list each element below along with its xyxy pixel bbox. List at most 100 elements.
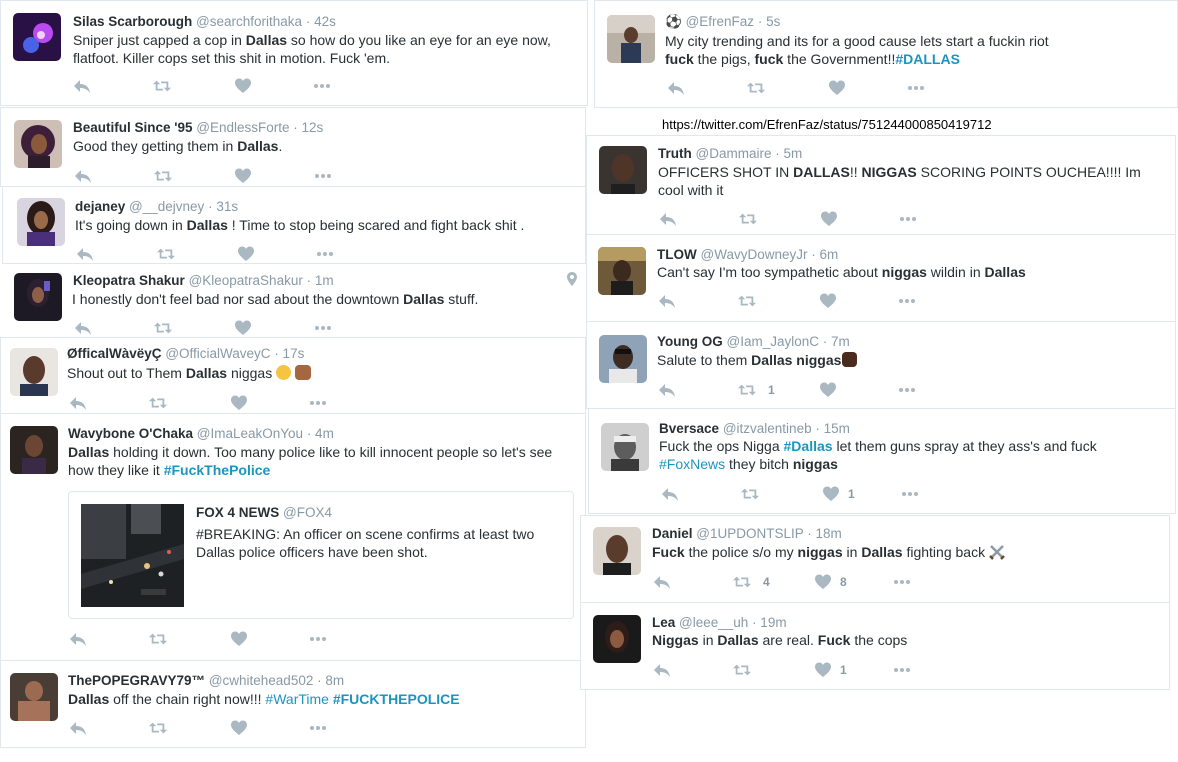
heart-icon[interactable] bbox=[231, 720, 249, 736]
handle[interactable]: @itzvalentineb bbox=[723, 421, 812, 436]
handle[interactable]: @EfrenFaz bbox=[686, 14, 754, 29]
display-name[interactable]: ⚽ bbox=[665, 14, 682, 29]
hashtag-link[interactable]: #DALLAS bbox=[895, 51, 960, 67]
heart-icon[interactable] bbox=[820, 293, 838, 309]
tweet-popegravy[interactable]: ThePOPEGRAVY79™ @cwhitehead502 · 8m Dall… bbox=[0, 660, 586, 748]
avatar[interactable] bbox=[10, 673, 58, 721]
tweet-youngog[interactable]: Young OG @Iam_JaylonC · 7m Salute to the… bbox=[586, 321, 1176, 409]
timestamp[interactable]: · 31s bbox=[208, 199, 238, 214]
more-icon[interactable] bbox=[309, 631, 327, 647]
tweet-silas[interactable]: Silas Scarborough @searchforithaka · 42s… bbox=[0, 0, 588, 106]
timestamp[interactable]: · 1m bbox=[307, 273, 334, 288]
retweet-icon[interactable] bbox=[741, 486, 759, 502]
tweet-kleopatra[interactable]: Kleopatra Shakur @KleopatraShakur · 1m I… bbox=[0, 264, 586, 340]
avatar[interactable] bbox=[593, 615, 641, 663]
hashtag-link[interactable]: #FoxNews bbox=[659, 456, 725, 472]
reply-icon[interactable] bbox=[73, 78, 91, 94]
display-name[interactable]: Beautiful Since '95 bbox=[73, 120, 193, 135]
reply-icon[interactable] bbox=[69, 720, 87, 736]
retweet-icon[interactable] bbox=[153, 78, 171, 94]
timestamp[interactable]: · 42s bbox=[306, 14, 336, 29]
handle[interactable]: @__dejvney bbox=[129, 199, 204, 214]
timestamp[interactable]: · 4m bbox=[307, 426, 334, 441]
more-icon[interactable] bbox=[901, 486, 919, 502]
handle[interactable]: @OfficialWaveyC bbox=[165, 346, 270, 361]
display-name[interactable]: Lea bbox=[652, 615, 675, 630]
more-icon[interactable] bbox=[893, 574, 911, 590]
reply-icon[interactable] bbox=[69, 395, 87, 411]
reply-icon[interactable] bbox=[658, 293, 676, 309]
handle[interactable]: @WavyDowneyJr bbox=[701, 247, 808, 262]
tweet-beautiful[interactable]: Beautiful Since '95 @EndlessForte · 12s … bbox=[0, 107, 586, 187]
tweet-url[interactable]: https://twitter.com/EfrenFaz/status/7512… bbox=[662, 117, 992, 132]
retweet-icon[interactable] bbox=[149, 395, 167, 411]
reply-icon[interactable] bbox=[658, 382, 676, 398]
display-name[interactable]: FOX 4 NEWS bbox=[196, 505, 279, 520]
heart-icon[interactable] bbox=[823, 486, 841, 502]
retweet-icon[interactable] bbox=[149, 631, 167, 647]
display-name[interactable]: Silas Scarborough bbox=[73, 14, 192, 29]
handle[interactable]: @Iam_JaylonC bbox=[727, 334, 820, 349]
more-icon[interactable] bbox=[316, 246, 334, 262]
timestamp[interactable]: · 8m bbox=[317, 673, 344, 688]
timestamp[interactable]: · 19m bbox=[752, 615, 787, 630]
timestamp[interactable]: · 5m bbox=[775, 146, 802, 161]
handle[interactable]: @1UPDONTSLIP bbox=[696, 526, 803, 541]
hashtag-link[interactable]: #FuckThePolice bbox=[164, 462, 271, 478]
handle[interactable]: @ImaLeakOnYou bbox=[197, 426, 303, 441]
heart-icon[interactable] bbox=[235, 320, 253, 336]
avatar[interactable] bbox=[599, 146, 647, 194]
handle[interactable]: @leee__uh bbox=[679, 615, 748, 630]
retweet-icon[interactable] bbox=[738, 382, 756, 398]
handle[interactable]: @EndlessForte bbox=[196, 120, 289, 135]
display-name[interactable]: Young OG bbox=[657, 334, 723, 349]
handle[interactable]: @cwhitehead502 bbox=[209, 673, 314, 688]
more-icon[interactable] bbox=[898, 382, 916, 398]
more-icon[interactable] bbox=[314, 168, 332, 184]
avatar[interactable] bbox=[599, 335, 647, 383]
timestamp[interactable]: · 7m bbox=[823, 334, 850, 349]
reply-icon[interactable] bbox=[659, 211, 677, 227]
location-pin-icon[interactable] bbox=[567, 272, 577, 291]
quoted-tweet-card[interactable]: FOX 4 NEWS @FOX4 #BREAKING: An officer o… bbox=[68, 491, 574, 619]
more-icon[interactable] bbox=[314, 320, 332, 336]
reply-icon[interactable] bbox=[653, 662, 671, 678]
display-name[interactable]: Daniel bbox=[652, 526, 693, 541]
handle[interactable]: @FOX4 bbox=[283, 505, 332, 520]
heart-icon[interactable] bbox=[238, 246, 256, 262]
timestamp[interactable]: · 5s bbox=[758, 14, 781, 29]
avatar[interactable] bbox=[10, 348, 58, 396]
display-name[interactable]: ThePOPEGRAVY79™ bbox=[68, 673, 205, 688]
handle[interactable]: @Dammaire bbox=[696, 146, 772, 161]
heart-icon[interactable] bbox=[231, 631, 249, 647]
reply-icon[interactable] bbox=[76, 246, 94, 262]
display-name[interactable]: ØfficalWàvëyÇ bbox=[67, 346, 162, 361]
more-icon[interactable] bbox=[313, 78, 331, 94]
retweet-icon[interactable] bbox=[733, 662, 751, 678]
display-name[interactable]: TLOW bbox=[657, 247, 697, 262]
heart-icon[interactable] bbox=[231, 395, 249, 411]
timestamp[interactable]: · 12s bbox=[293, 120, 323, 135]
avatar[interactable] bbox=[14, 120, 62, 168]
avatar[interactable] bbox=[601, 423, 649, 471]
timestamp[interactable]: · 17s bbox=[274, 346, 304, 361]
heart-icon[interactable] bbox=[815, 662, 833, 678]
avatar[interactable] bbox=[13, 13, 61, 61]
avatar[interactable] bbox=[10, 426, 58, 474]
heart-icon[interactable] bbox=[829, 80, 847, 96]
tweet-bversace[interactable]: Bversace @itzvalentineb · 15m Fuck the o… bbox=[588, 408, 1176, 514]
display-name[interactable]: Wavybone O'Chaka bbox=[68, 426, 193, 441]
tweet-efren[interactable]: ⚽ @EfrenFaz · 5s My city trending and it… bbox=[594, 0, 1178, 108]
tweet-lea[interactable]: Lea @leee__uh · 19m Niggas in Dallas are… bbox=[580, 602, 1170, 690]
hashtag-link[interactable]: #WarTime bbox=[265, 691, 329, 707]
tweet-tlow[interactable]: TLOW @WavyDowneyJr · 6m Can't say I'm to… bbox=[586, 234, 1176, 322]
retweet-icon[interactable] bbox=[739, 211, 757, 227]
avatar[interactable] bbox=[607, 15, 655, 63]
tweet-daniel[interactable]: Daniel @1UPDONTSLIP · 18m Fuck the polic… bbox=[580, 515, 1170, 603]
more-icon[interactable] bbox=[893, 662, 911, 678]
heart-icon[interactable] bbox=[820, 382, 838, 398]
retweet-icon[interactable] bbox=[747, 80, 765, 96]
hashtag-link[interactable]: #FUCKTHEPOLICE bbox=[333, 691, 460, 707]
retweet-icon[interactable] bbox=[738, 293, 756, 309]
timestamp[interactable]: · 18m bbox=[807, 526, 842, 541]
